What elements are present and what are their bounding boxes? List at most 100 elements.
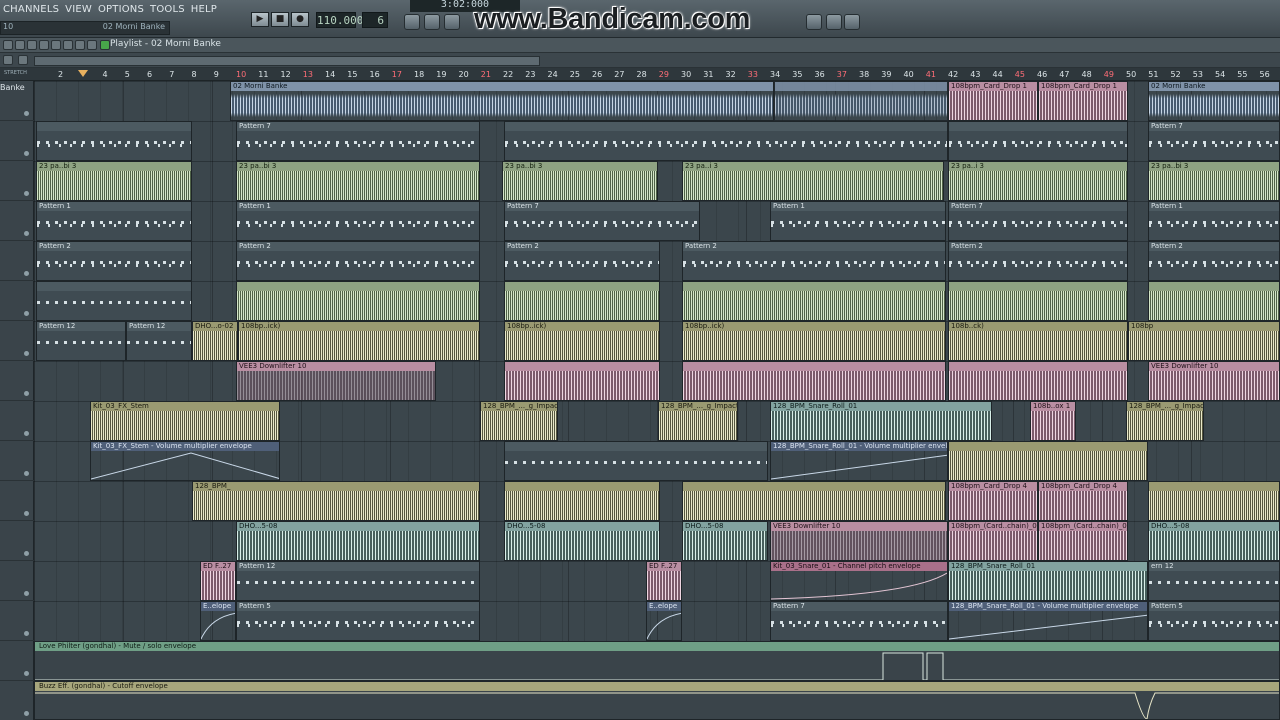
clip-pattern-2e[interactable]: Pattern 2 (948, 241, 1128, 281)
track-header-6[interactable] (0, 281, 34, 321)
menu-options[interactable]: OPTIONS (95, 2, 147, 18)
clip-pattern-5a[interactable]: Pattern 5 (236, 601, 480, 641)
clip-pattern-2b[interactable]: Pattern 2 (236, 241, 480, 281)
clip-pattern-1c[interactable]: Pattern 1 (770, 201, 946, 241)
track-header-5[interactable] (0, 241, 34, 281)
mixer-icon[interactable] (444, 14, 460, 30)
clip-pattern-1a[interactable]: Pattern 1 (36, 201, 192, 241)
clip-kit3-fx-stem[interactable]: Kit_03_FX_Stem (90, 401, 280, 441)
track-header-2[interactable] (0, 121, 34, 161)
clip-edf-b[interactable]: ED F..27 (646, 561, 682, 601)
clip-pattern-7b[interactable] (504, 121, 948, 161)
menu-help[interactable]: HELP (188, 2, 220, 18)
clip-vee3-row12[interactable]: VEE3 Downlifter 10 (770, 521, 948, 561)
clip-23pa-c[interactable]: 23 pa..bi 3 (502, 161, 658, 201)
track-led-icon[interactable] (24, 231, 29, 236)
track-led-icon[interactable] (24, 591, 29, 596)
track-header-7[interactable] (0, 321, 34, 361)
clip-morni-banke-2[interactable]: 02 Morni Banke (1148, 81, 1280, 121)
clip-row11-f[interactable] (1148, 481, 1280, 521)
clip-pattern-2d[interactable]: Pattern 2 (682, 241, 946, 281)
plugin-icon[interactable] (826, 14, 842, 30)
clip-pattern-7a[interactable]: Pattern 7 (236, 121, 480, 161)
clip-vee3-d[interactable] (948, 361, 1128, 401)
clip-pattern-7c[interactable] (948, 121, 1128, 161)
playlist-grid[interactable]: 02 Morni Banke 108bpm_Card_Drop 1 108bpm… (34, 81, 1280, 720)
timeline-ruler[interactable]: STRETCH 2 4 5 6 7 8 9 10 11 12 13 14 15 16 17 18 19 20 21 2… (0, 68, 1280, 81)
clip-card-drop-4b[interactable]: 108bpm_Card_Drop 4 (1038, 481, 1128, 521)
clip-row10-pattern[interactable] (504, 441, 768, 481)
clip-pattern-7f[interactable]: Pattern 7 (948, 201, 1128, 241)
clip-eelope-a[interactable]: E..elope (200, 601, 236, 641)
clip-pattern-row2a[interactable] (36, 121, 192, 161)
track-led-icon[interactable] (24, 671, 29, 676)
clip-pattern-7e[interactable]: Pattern 7 (504, 201, 700, 241)
clip-row10-audio[interactable] (948, 441, 1148, 481)
clip-23pa-a[interactable]: 23 pa..bi 3 (36, 161, 192, 201)
song-overview-scrollbar[interactable] (34, 56, 540, 66)
clip-108bp-a[interactable]: 108bp..ick) (238, 321, 480, 361)
love-philter-envelope[interactable]: Love Philter (gondhal) - Mute / solo env… (34, 641, 1280, 681)
track-header-11[interactable] (0, 481, 34, 521)
track-header-3[interactable] (0, 161, 34, 201)
select-tool-icon[interactable] (75, 40, 85, 50)
track-header-16[interactable] (0, 681, 34, 720)
clip-row6f[interactable] (1148, 281, 1280, 321)
menu-tools[interactable]: TOOLS (147, 2, 188, 18)
clip-pattern-7d[interactable]: Pattern 7 (1148, 121, 1280, 161)
track-led-icon[interactable] (24, 431, 29, 436)
track-header-8[interactable] (0, 361, 34, 401)
track-header-15[interactable] (0, 641, 34, 681)
clip-23pa-d[interactable]: 23 pa..i 3 (682, 161, 944, 201)
play-button[interactable]: ▶ (251, 12, 269, 27)
track-header-13[interactable] (0, 561, 34, 601)
clip-card-chain-a[interactable]: 108bpm_(Card..chain)_01 (948, 521, 1038, 561)
track-led-icon[interactable] (24, 111, 29, 116)
clip-chopped-audio[interactable] (774, 81, 948, 121)
clip-dho-508-d[interactable]: DHO...5-08 (1148, 521, 1280, 561)
clip-23pa-f[interactable]: 23 pa..bi 3 (1148, 161, 1280, 201)
buzz-cutoff-envelope[interactable]: Buzz Eff. (gondhal) - Cutoff envelope (34, 681, 1280, 720)
clip-dho-508-a[interactable]: DHO...5-08 (236, 521, 480, 561)
clip-pattern-2a[interactable]: Pattern 2 (36, 241, 192, 281)
clip-snare-roll-env[interactable]: 128_BPM_Snare_Roll_01 - Volume multiplie… (770, 441, 948, 481)
track-led-icon[interactable] (24, 711, 29, 716)
clip-snare-roll[interactable]: 128_BPM_Snare_Roll_01 (770, 401, 992, 441)
clip-23pa-e[interactable]: 23 pa..i 3 (948, 161, 1128, 201)
draw-tool-icon[interactable] (15, 40, 25, 50)
clip-108bp-c[interactable]: 108bp..ick) (682, 321, 946, 361)
clip-pattern-2f[interactable]: Pattern 2 (1148, 241, 1280, 281)
menu-view[interactable]: VIEW (62, 2, 95, 18)
clip-128bpm[interactable]: 128_BPM_ (192, 481, 480, 521)
record-button[interactable]: ● (291, 12, 309, 27)
clip-pattern-12d[interactable]: ern 12 (1148, 561, 1280, 601)
clip-impact-b[interactable]: 128_BPM_..._g_Impact (658, 401, 738, 441)
clip-row6c[interactable] (504, 281, 660, 321)
clip-row11-c[interactable] (682, 481, 946, 521)
play-icon[interactable] (100, 40, 110, 50)
clip-vee3-c[interactable] (682, 361, 946, 401)
stop-button[interactable]: ■ (271, 12, 289, 27)
clip-vee3-b[interactable] (504, 361, 660, 401)
track-led-icon[interactable] (24, 631, 29, 636)
clip-card-drop-1a[interactable]: 108bpm_Card_Drop 1 (948, 81, 1038, 121)
clip-dho-508-c[interactable]: DHO...5-08 (682, 521, 768, 561)
clip-108bp-d[interactable]: 108b..ck) (948, 321, 1128, 361)
track-led-icon[interactable] (24, 511, 29, 516)
track-header-10[interactable] (0, 441, 34, 481)
menu-arrow-icon[interactable] (3, 40, 13, 50)
track-led-icon[interactable] (24, 271, 29, 276)
clip-edf-a[interactable]: ED F..27 (200, 561, 236, 601)
clip-card-chain-b[interactable]: 108bpm_(Card..chain)_01 (1038, 521, 1128, 561)
clip-108bp-e[interactable]: 108bp (1128, 321, 1280, 361)
clip-card-drop-1b[interactable]: 108bpm_Card_Drop 1 (1038, 81, 1128, 121)
clip-dho-02[interactable]: DHO...o-02 (192, 321, 238, 361)
help-icon[interactable] (844, 14, 860, 30)
clip-eelope-b[interactable]: E..elope (646, 601, 682, 641)
track-led-icon[interactable] (24, 551, 29, 556)
clip-kit-snare-env[interactable]: Kit_03_Snare_01 - Channel pitch envelope (770, 561, 948, 601)
menu-channels[interactable]: CHANNELS (0, 2, 62, 18)
tempo-display[interactable]: 110.000 (316, 12, 363, 28)
clip-vee3-e[interactable]: VEE3 Downlifter 10 (1148, 361, 1280, 401)
clip-pattern-12c[interactable]: Pattern 12 (236, 561, 480, 601)
